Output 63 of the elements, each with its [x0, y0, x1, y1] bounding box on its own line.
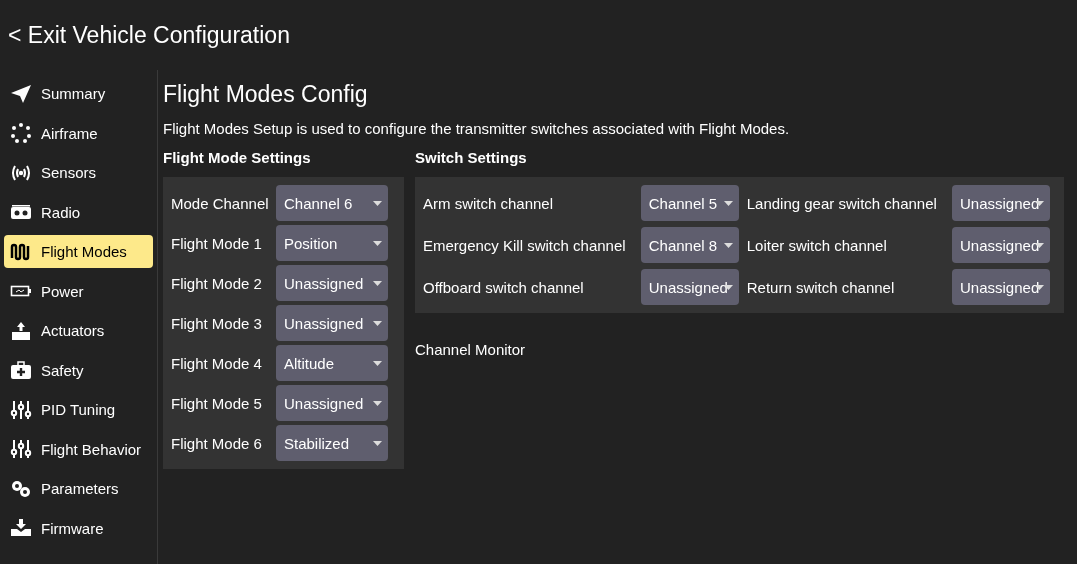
field-label: Return switch channel — [746, 278, 896, 296]
dropdown[interactable]: Altitude — [276, 345, 388, 381]
section-heading: Flight Mode Settings — [163, 149, 312, 166]
exit-link[interactable]: < Exit Vehicle Configuration — [8, 21, 290, 49]
sidebar-item[interactable]: Safety — [4, 353, 153, 387]
sidebar-item[interactable]: Flight Behavior — [4, 432, 153, 466]
caret-icon — [373, 201, 382, 206]
section-heading: Channel Monitor — [415, 341, 527, 358]
field-label: Flight Mode 3 — [171, 314, 263, 332]
caret-icon — [373, 321, 382, 326]
dropdown[interactable]: Unassigned — [952, 227, 1050, 263]
caret-icon — [723, 201, 733, 206]
caret-icon — [373, 281, 382, 286]
sidebar-item[interactable]: PID Tuning — [4, 393, 153, 426]
sidebar-item[interactable]: Sensors — [4, 156, 153, 189]
sidebar-item[interactable]: Firmware — [4, 511, 153, 545]
dots-ring-icon — [10, 123, 32, 143]
caret-icon — [373, 241, 382, 246]
field-label: Flight Mode 2 — [171, 274, 263, 292]
dropdown[interactable]: Channel 6 — [276, 185, 388, 221]
field-label: Flight Mode 1 — [171, 234, 263, 252]
section-heading: Switch Settings — [415, 149, 528, 166]
field-label: Flight Mode 5 — [171, 394, 263, 412]
sidebar-item[interactable]: Actuators — [4, 314, 153, 347]
caret-icon — [373, 361, 382, 366]
caret-icon — [723, 243, 733, 248]
dropdown[interactable]: Unassigned — [276, 265, 388, 301]
gears-icon — [10, 478, 32, 499]
dropdown[interactable]: Unassigned — [952, 269, 1050, 305]
dropdown[interactable]: Unassigned — [276, 385, 388, 421]
download-tray-icon — [10, 518, 32, 538]
first-aid-kit-icon — [10, 360, 32, 380]
field-label: Landing gear switch channel — [746, 194, 938, 212]
page-description: Flight Modes Setup is used to configure the transmitter switches associated with Flight Modes. — [163, 120, 791, 137]
field-label: Flight Mode 6 — [171, 434, 263, 452]
field-label: Mode Channel — [171, 194, 270, 212]
field-label: Arm switch channel — [423, 194, 555, 212]
sidebar-item[interactable]: Parameters — [4, 472, 153, 505]
dropdown[interactable]: Channel 8 — [640, 227, 739, 263]
paper-plane-icon — [10, 83, 32, 104]
radio-icon — [10, 202, 32, 222]
page-title: Flight Modes Config — [163, 81, 369, 108]
dropdown[interactable]: Unassigned — [276, 305, 388, 341]
sidebar-item[interactable]: Radio — [4, 195, 153, 229]
dropdown[interactable]: Stabilized — [276, 425, 388, 461]
sliders-icon — [10, 399, 32, 420]
caret-icon — [373, 441, 382, 446]
field-label: Flight Mode 4 — [171, 354, 263, 372]
sliders-icon — [10, 439, 32, 459]
wave-icon — [10, 241, 32, 262]
sidebar-item[interactable]: Summary — [4, 77, 153, 110]
sidebar-item[interactable]: Flight Modes — [4, 235, 153, 268]
sidebar-item[interactable]: Power — [4, 274, 153, 308]
dropdown[interactable]: Position — [276, 225, 388, 261]
field-label: Emergency Kill switch channel — [423, 236, 627, 254]
dropdown[interactable]: Unassigned — [952, 185, 1050, 221]
dropdown[interactable]: Unassigned — [640, 269, 739, 305]
upload-box-icon — [10, 320, 32, 341]
field-label: Offboard switch channel — [423, 278, 585, 296]
sidebar-item[interactable]: Airframe — [4, 116, 153, 150]
dropdown[interactable]: Channel 5 — [640, 185, 739, 221]
caret-icon — [373, 401, 382, 406]
field-label: Loiter switch channel — [746, 236, 888, 254]
